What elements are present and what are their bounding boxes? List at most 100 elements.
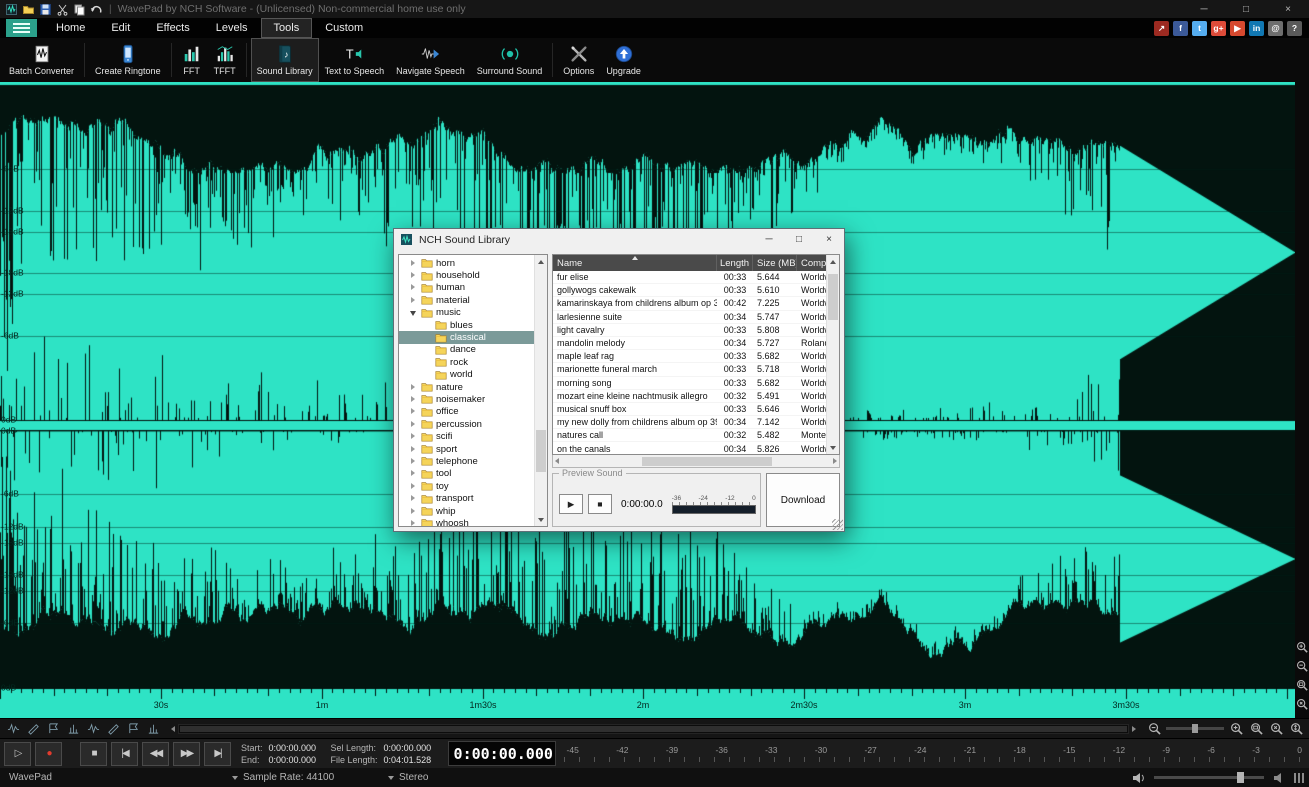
sound-row[interactable]: marionette funeral march00:335.718Worldw… <box>553 363 826 376</box>
cut-icon[interactable] <box>56 3 69 16</box>
sound-row[interactable]: natures call00:325.482Montel Br <box>553 429 826 442</box>
zoom-in-icon[interactable] <box>1228 722 1244 736</box>
table-scrollbar[interactable] <box>826 255 839 454</box>
expand-caret-icon[interactable] <box>409 445 418 454</box>
open-icon[interactable] <box>22 3 35 16</box>
navigate-speech-button[interactable]: Navigate Speech <box>390 38 471 82</box>
dialog-maximize-button[interactable]: □ <box>784 229 814 250</box>
tab-effects[interactable]: Effects <box>143 18 202 38</box>
scrollbar-track[interactable] <box>178 724 1129 734</box>
tree-item-human[interactable]: human <box>399 282 534 294</box>
sound-row[interactable]: fur elise00:335.644Worldwid <box>553 271 826 284</box>
expand-caret-icon[interactable] <box>409 296 418 305</box>
expand-caret-icon[interactable] <box>409 482 418 491</box>
options-button[interactable]: Options <box>557 38 600 82</box>
tab-levels[interactable]: Levels <box>203 18 261 38</box>
marker-tool-icon[interactable] <box>85 722 101 736</box>
twitter-icon[interactable]: t <box>1192 21 1207 36</box>
expand-caret-icon[interactable] <box>409 432 418 441</box>
tree-item-classical[interactable]: classical <box>399 331 534 343</box>
vertical-zoom-full-icon[interactable] <box>1296 698 1308 710</box>
zoom-selection-icon[interactable] <box>1248 722 1264 736</box>
table-horizontal-scrollbar[interactable] <box>552 455 840 468</box>
tree-item-whip[interactable]: whip <box>399 505 534 517</box>
email-icon[interactable]: @ <box>1268 21 1283 36</box>
expand-caret-icon[interactable] <box>409 469 418 478</box>
expand-caret-icon[interactable] <box>409 457 418 466</box>
scrollbar-thumb[interactable] <box>180 726 1127 732</box>
play-button[interactable]: ▷ <box>4 742 31 766</box>
sample-rate-selector[interactable]: Sample Rate: 44100 <box>232 772 334 783</box>
tree-item-material[interactable]: material <box>399 294 534 306</box>
region-tool-icon[interactable] <box>105 722 121 736</box>
record-button[interactable]: ● <box>35 742 62 766</box>
column-header-size[interactable]: Size (MB) <box>753 255 797 271</box>
expand-caret-icon[interactable] <box>409 383 418 392</box>
scroll-up-button[interactable] <box>827 255 839 268</box>
youtube-icon[interactable]: ▶ <box>1230 21 1245 36</box>
tree-item-whoosh[interactable]: whoosh <box>399 517 534 526</box>
pencil-tool-icon[interactable] <box>25 722 41 736</box>
rewind-button[interactable]: ◀◀ <box>142 742 169 766</box>
volume-slider-thumb[interactable] <box>1237 772 1244 783</box>
tab-home[interactable]: Home <box>43 18 98 38</box>
tree-scrollbar-track[interactable] <box>535 268 547 513</box>
select-tool-icon[interactable] <box>5 722 21 736</box>
expand-caret-icon[interactable] <box>409 407 418 416</box>
level-meter-icon[interactable] <box>1294 773 1304 783</box>
go-to-start-button[interactable]: |◀ <box>111 742 138 766</box>
tree-item-toy[interactable]: toy <box>399 480 534 492</box>
sound-row[interactable]: kamarinskaya from childrens album op 390… <box>553 297 826 310</box>
sound-row[interactable]: larlesienne suite00:345.747Worldwid <box>553 311 826 324</box>
table-scrollbar-thumb[interactable] <box>828 274 838 320</box>
share-icon[interactable]: ↗ <box>1154 21 1169 36</box>
facebook-icon[interactable]: f <box>1173 21 1188 36</box>
sound-row[interactable]: on the canals00:345.826Worldwid <box>553 442 826 454</box>
hamburger-menu-icon[interactable] <box>6 19 37 37</box>
tree-item-sport[interactable]: sport <box>399 443 534 455</box>
table-scrollbar-track[interactable] <box>827 268 839 441</box>
scrub-tool-icon[interactable] <box>65 722 81 736</box>
text-to-speech-button[interactable]: TText to Speech <box>319 38 391 82</box>
fast-forward-button[interactable]: ▶▶ <box>173 742 200 766</box>
column-header-length[interactable]: Length <box>717 255 753 271</box>
expand-caret-icon[interactable] <box>409 259 418 268</box>
sound-row[interactable]: musical snuff box00:335.646Worldwid <box>553 403 826 416</box>
tree-item-rock[interactable]: rock <box>399 356 534 368</box>
tree-item-music[interactable]: music <box>399 307 534 319</box>
batch-converter-button[interactable]: Batch Converter <box>3 38 80 82</box>
tree-item-nature[interactable]: nature <box>399 381 534 393</box>
tree-item-office[interactable]: office <box>399 406 534 418</box>
zoom-vertical-icon[interactable] <box>1288 722 1304 736</box>
sound-row[interactable]: maple leaf rag00:335.682Worldwid <box>553 350 826 363</box>
tree-item-percussion[interactable]: percussion <box>399 418 534 430</box>
resize-grip[interactable] <box>832 519 843 530</box>
vertical-zoom-selection-icon[interactable] <box>1296 679 1308 691</box>
statusbar-app-name[interactable]: WavePad <box>0 772 62 783</box>
sound-row[interactable]: my new dolly from childrens album op 390… <box>553 416 826 429</box>
tree-scrollbar[interactable] <box>534 255 547 526</box>
zoom-slider[interactable] <box>1166 727 1224 730</box>
linkedin-icon[interactable]: in <box>1249 21 1264 36</box>
save-icon[interactable] <box>39 3 52 16</box>
expand-caret-icon[interactable] <box>409 494 418 503</box>
sound-row[interactable]: mozart eine kleine nachtmusik allegro00:… <box>553 390 826 403</box>
minimize-button[interactable]: ─ <box>1183 0 1225 18</box>
upgrade-button[interactable]: Upgrade <box>600 38 647 82</box>
googleplus-icon[interactable]: g+ <box>1211 21 1226 36</box>
tree-item-horn[interactable]: horn <box>399 257 534 269</box>
tree-item-household[interactable]: household <box>399 269 534 281</box>
sound-library-button[interactable]: ♪Sound Library <box>251 38 319 82</box>
preview-play-button[interactable]: ▶ <box>559 494 583 514</box>
preview-stop-button[interactable]: ■ <box>588 494 612 514</box>
tab-tools[interactable]: Tools <box>261 18 313 38</box>
zoom-out-icon[interactable] <box>1146 722 1162 736</box>
expand-caret-icon[interactable] <box>409 271 418 280</box>
tree-item-world[interactable]: world <box>399 369 534 381</box>
fft-button[interactable]: FFT <box>176 38 208 82</box>
scroll-left-icon[interactable] <box>171 726 175 732</box>
tree-item-noisemaker[interactable]: noisemaker <box>399 393 534 405</box>
volume-icon[interactable] <box>1132 772 1146 784</box>
tree-item-dance[interactable]: dance <box>399 344 534 356</box>
envelope-tool-icon[interactable] <box>45 722 61 736</box>
